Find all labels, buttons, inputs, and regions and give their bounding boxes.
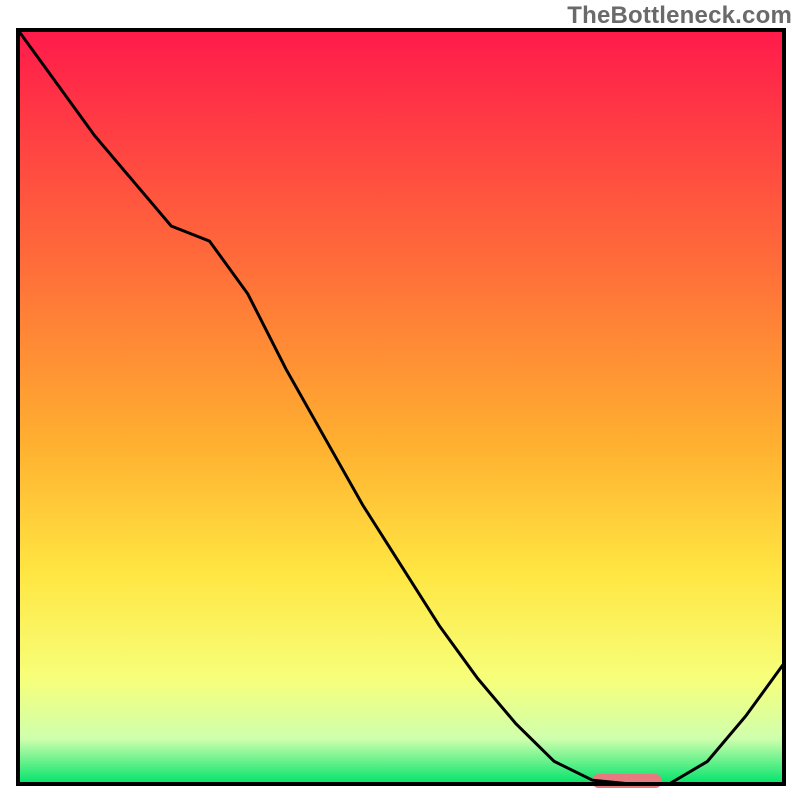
- chart-svg: [0, 0, 800, 800]
- chart-container: TheBottleneck.com: [0, 0, 800, 800]
- plot-background: [18, 30, 784, 784]
